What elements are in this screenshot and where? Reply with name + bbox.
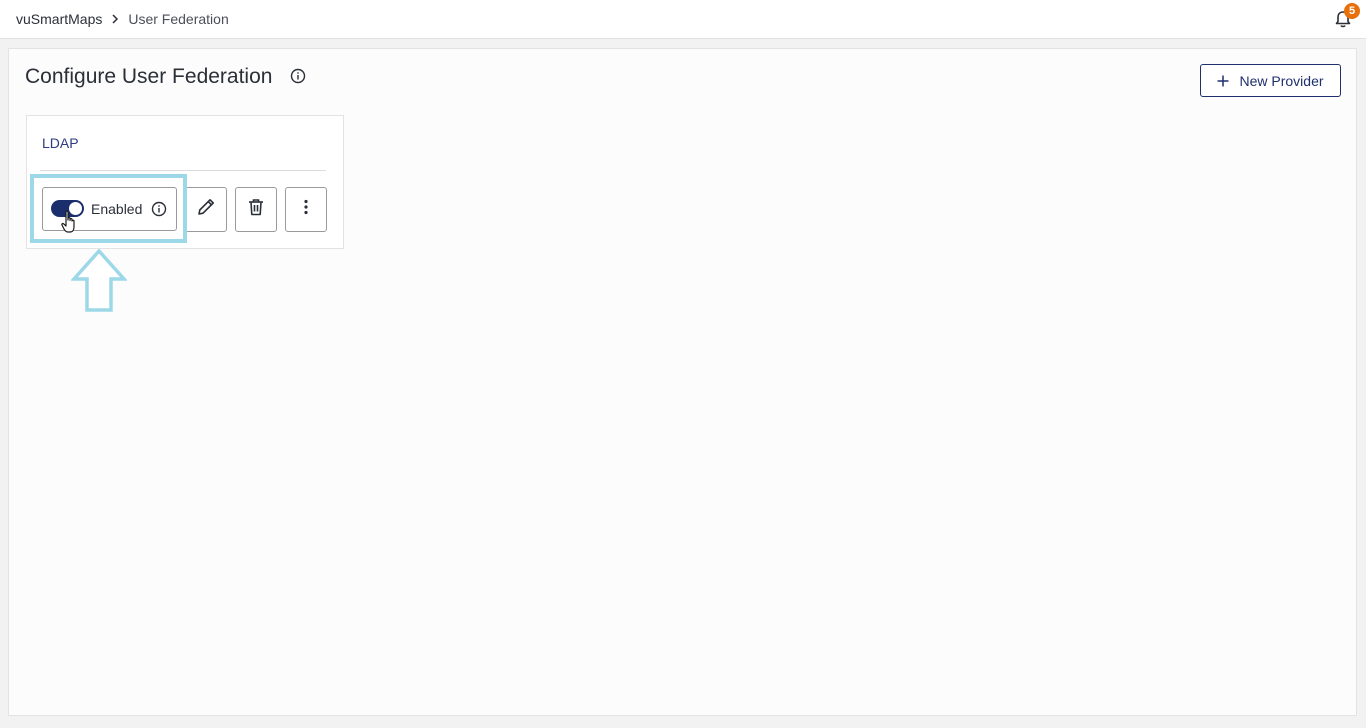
breadcrumb-root-link[interactable]: vuSmartMaps (16, 11, 102, 27)
chevron-right-icon (111, 14, 119, 24)
edit-icon (196, 197, 216, 222)
delete-button[interactable] (235, 187, 277, 232)
edit-button[interactable] (185, 187, 227, 232)
provider-name[interactable]: LDAP (42, 135, 79, 151)
hand-cursor-icon (60, 210, 80, 234)
info-icon[interactable] (290, 68, 306, 84)
highlight-box (30, 174, 187, 243)
more-options-button[interactable] (285, 187, 327, 232)
plus-icon (1217, 75, 1229, 87)
arrow-up-icon (70, 248, 128, 312)
new-provider-label: New Provider (1239, 72, 1324, 89)
notification-count-badge: 5 (1344, 3, 1360, 19)
page-title: Configure User Federation (25, 65, 273, 88)
breadcrumb-current: User Federation (128, 11, 229, 27)
new-provider-button[interactable]: New Provider (1200, 64, 1341, 97)
trash-icon (246, 197, 266, 222)
card-divider (40, 170, 326, 171)
top-bar: vuSmartMaps User Federation 5 (0, 0, 1366, 39)
more-vertical-icon (303, 199, 309, 220)
breadcrumb: vuSmartMaps User Federation (16, 11, 229, 27)
